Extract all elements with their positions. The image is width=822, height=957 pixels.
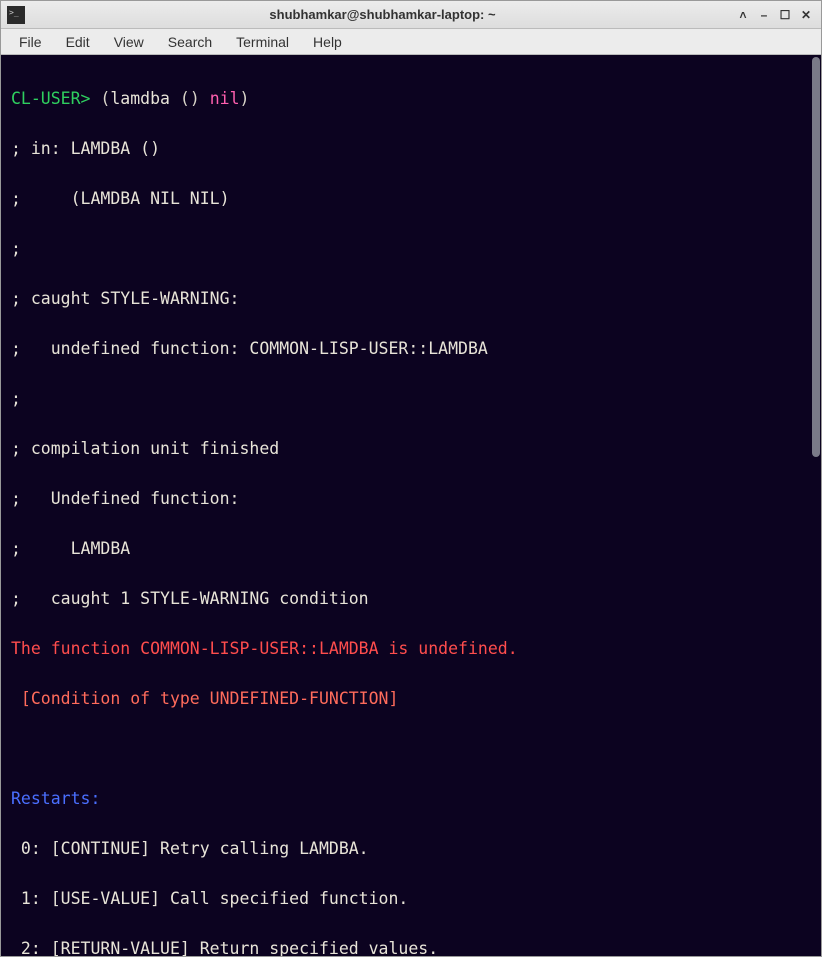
compile-note: ; compilation unit finished xyxy=(11,436,811,461)
restarts-header: Restarts: xyxy=(11,786,811,811)
menu-file[interactable]: File xyxy=(9,32,52,52)
menu-help[interactable]: Help xyxy=(303,32,352,52)
input-fn: lamdba xyxy=(110,89,170,108)
menu-view[interactable]: View xyxy=(104,32,154,52)
menu-edit[interactable]: Edit xyxy=(56,32,100,52)
window-close-button[interactable]: ✕ xyxy=(797,6,815,24)
window-title: shubhamkar@shubhamkar-laptop: ~ xyxy=(31,7,734,22)
menu-search[interactable]: Search xyxy=(158,32,222,52)
compile-note: ; xyxy=(11,236,811,261)
compile-note: ; LAMDBA xyxy=(11,536,811,561)
restart-option: 2: [RETURN-VALUE] Return specified value… xyxy=(11,936,811,956)
input-open: ( xyxy=(90,89,110,108)
compile-note: ; Undefined function: xyxy=(11,486,811,511)
error-condition: [Condition of type UNDEFINED-FUNCTION] xyxy=(11,686,811,711)
compile-note: ; in: LAMDBA () xyxy=(11,136,811,161)
input-close: ) xyxy=(240,89,250,108)
window-maximize-button[interactable]: ☐ xyxy=(776,6,794,24)
compile-note: ; (LAMDBA NIL NIL) xyxy=(11,186,811,211)
terminal-window: >_ shubhamkar@shubhamkar-laptop: ~ ˄ – ☐… xyxy=(0,0,822,957)
window-minimize-button[interactable]: – xyxy=(755,6,773,24)
input-args: () xyxy=(170,89,200,108)
compile-note: ; caught 1 STYLE-WARNING condition xyxy=(11,586,811,611)
titlebar: >_ shubhamkar@shubhamkar-laptop: ~ ˄ – ☐… xyxy=(1,1,821,29)
compile-note: ; undefined function: COMMON-LISP-USER::… xyxy=(11,336,811,361)
input-nil: nil xyxy=(200,89,240,108)
terminal-output[interactable]: CL-USER> (lamdba () nil) ; in: LAMDBA ()… xyxy=(1,55,821,956)
error-message: The function COMMON-LISP-USER::LAMDBA is… xyxy=(11,636,811,661)
compile-note: ; caught STYLE-WARNING: xyxy=(11,286,811,311)
compile-note: ; xyxy=(11,386,811,411)
restart-option: 1: [USE-VALUE] Call specified function. xyxy=(11,886,811,911)
terminal-app-icon: >_ xyxy=(7,6,25,24)
menu-terminal[interactable]: Terminal xyxy=(226,32,299,52)
restart-option: 0: [CONTINUE] Retry calling LAMDBA. xyxy=(11,836,811,861)
repl-prompt: CL-USER> xyxy=(11,89,90,108)
scrollbar-thumb[interactable] xyxy=(812,57,820,457)
window-up-button[interactable]: ˄ xyxy=(734,6,752,24)
menubar: File Edit View Search Terminal Help xyxy=(1,29,821,55)
window-controls: ˄ – ☐ ✕ xyxy=(734,6,815,24)
